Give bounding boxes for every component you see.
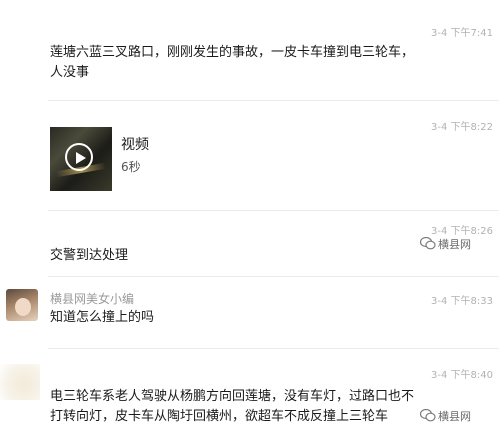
message-timestamp: 3-4 下午8:40	[431, 370, 493, 381]
message-timestamp: 3-4 下午7:41	[431, 28, 493, 39]
divider	[48, 210, 499, 211]
watermark-text: 横县网	[438, 410, 471, 423]
message-text-line: 莲塘六蓝三叉路口，刚刚发生的事故，一皮卡车撞到电三轮车，	[50, 45, 415, 60]
message-text-line: 人没事	[50, 65, 90, 80]
wechat-logo-icon	[419, 236, 436, 253]
video-duration: 6秒	[121, 160, 141, 174]
message-text: 交警到达处理	[50, 248, 129, 263]
watermark-text: 横县网	[438, 238, 471, 251]
watermark: 横县网	[419, 236, 471, 253]
message-text-line: 打转向灯，皮卡车从陶圩回横州，欲超车不成反撞上三轮车	[50, 409, 389, 424]
wechat-logo-icon	[419, 408, 436, 425]
message-timestamp: 3-4 下午8:26	[431, 226, 493, 237]
avatar-face	[15, 298, 31, 316]
sender-name[interactable]: 横县网美女小编	[50, 290, 134, 307]
play-icon[interactable]	[65, 143, 93, 171]
message-timestamp: 3-4 下午8:22	[431, 122, 493, 133]
divider	[48, 100, 499, 101]
video-label: 视频	[121, 137, 149, 153]
video-thumbnail[interactable]	[50, 127, 112, 191]
message-text-line: 电三轮车系老人驾驶从杨鹏方向回莲塘，没有车灯，过路口也不	[50, 389, 415, 404]
message-text: 知道怎么撞上的吗	[50, 310, 155, 325]
divider	[48, 348, 499, 349]
watermark: 横县网	[419, 408, 471, 425]
avatar[interactable]	[0, 364, 40, 400]
message-timestamp: 3-4 下午8:33	[431, 296, 493, 307]
avatar[interactable]	[6, 289, 38, 321]
divider	[48, 276, 499, 277]
